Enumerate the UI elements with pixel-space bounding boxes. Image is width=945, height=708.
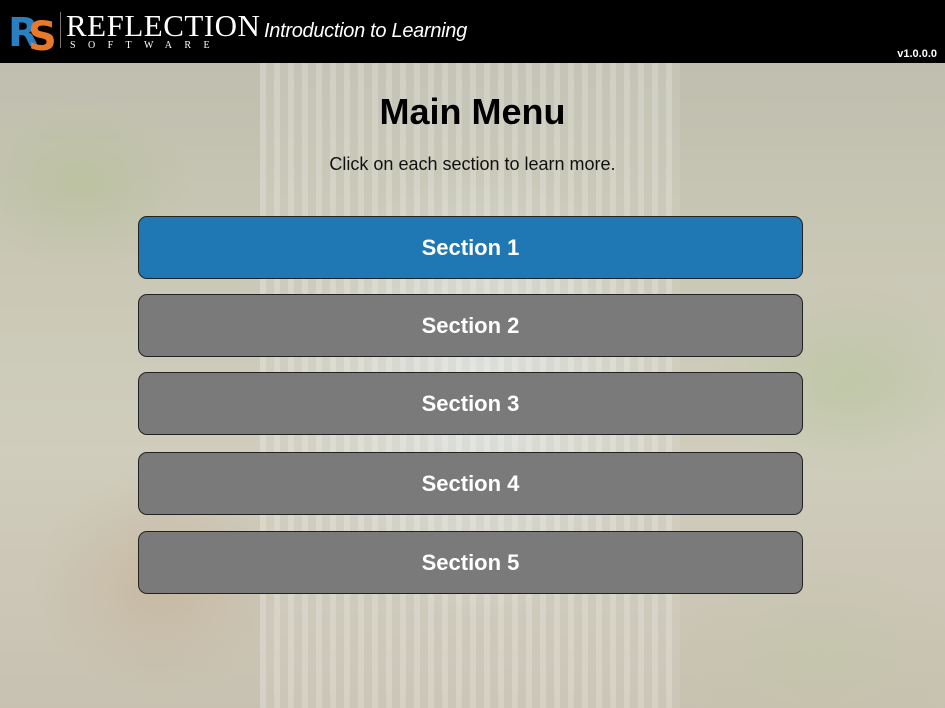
brand-subtitle: SOFTWARE <box>70 40 222 51</box>
app-title: Introduction to Learning <box>264 20 467 42</box>
reflection-software-logo-icon: R S <box>8 10 56 54</box>
logo-divider <box>60 12 61 48</box>
section-4-button[interactable]: Section 4 <box>138 452 803 515</box>
brand-name: REFLECTION <box>66 8 261 43</box>
section-1-button[interactable]: Section 1 <box>138 216 803 279</box>
app-header: R S REFLECTION SOFTWARE Introduction to … <box>0 0 945 63</box>
version-label: v1.0.0.0 <box>897 48 937 60</box>
svg-text:S: S <box>28 14 56 54</box>
page-title: Main Menu <box>379 91 566 132</box>
section-5-button[interactable]: Section 5 <box>138 531 803 594</box>
section-3-button[interactable]: Section 3 <box>138 372 803 435</box>
section-2-button[interactable]: Section 2 <box>138 294 803 357</box>
main-menu: Main Menu Click on each section to learn… <box>0 63 945 708</box>
page-instructions: Click on each section to learn more. <box>329 154 616 174</box>
